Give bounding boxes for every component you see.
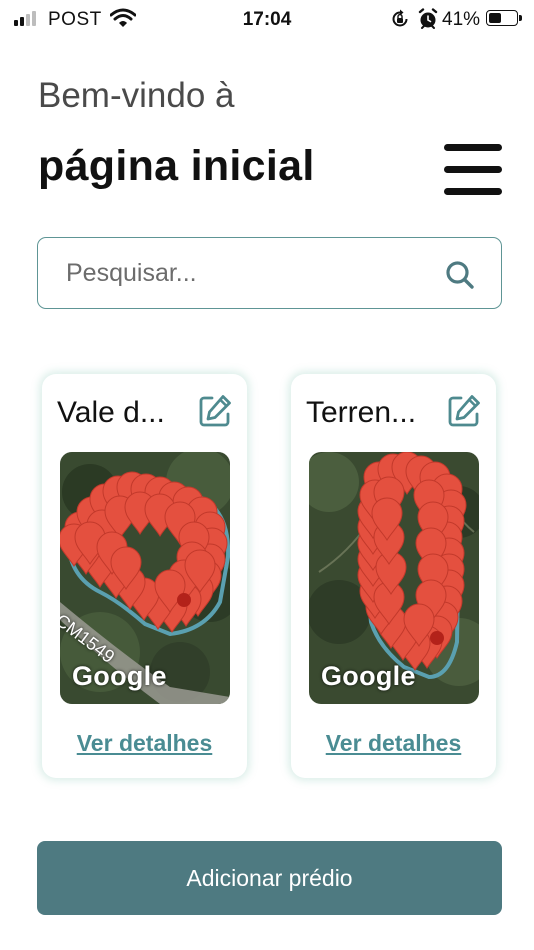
search-bar [37,237,502,309]
property-card: Vale d... CM1549 Google Ver detalhes [42,374,247,778]
edit-icon[interactable] [447,394,481,433]
edit-icon[interactable] [198,394,232,433]
property-name: Terren... [306,396,417,429]
details-link[interactable]: Ver detalhes [42,730,247,757]
map-thumbnail[interactable]: CM1549 Google [60,452,230,704]
search-icon[interactable] [445,260,475,295]
map-attribution: Google [72,661,167,691]
add-building-button[interactable]: Adicionar prédio [37,841,502,915]
search-input[interactable] [64,238,428,309]
hamburger-menu-icon[interactable] [444,144,502,196]
details-link[interactable]: Ver detalhes [291,730,496,757]
battery-icon [486,10,522,26]
alarm-icon [418,8,438,35]
map-attribution: Google [321,661,416,691]
map-thumbnail[interactable]: Google [309,452,479,704]
greeting-text: Bem-vindo à [38,76,235,115]
rotation-lock-icon [390,9,410,34]
status-bar: POST 17:04 41% [0,0,534,40]
battery-percent: 41% [442,9,481,30]
property-name: Vale d... [57,396,165,429]
page-title: página inicial [38,142,315,190]
property-card: Terren... Google Ver detalhes [291,374,496,778]
